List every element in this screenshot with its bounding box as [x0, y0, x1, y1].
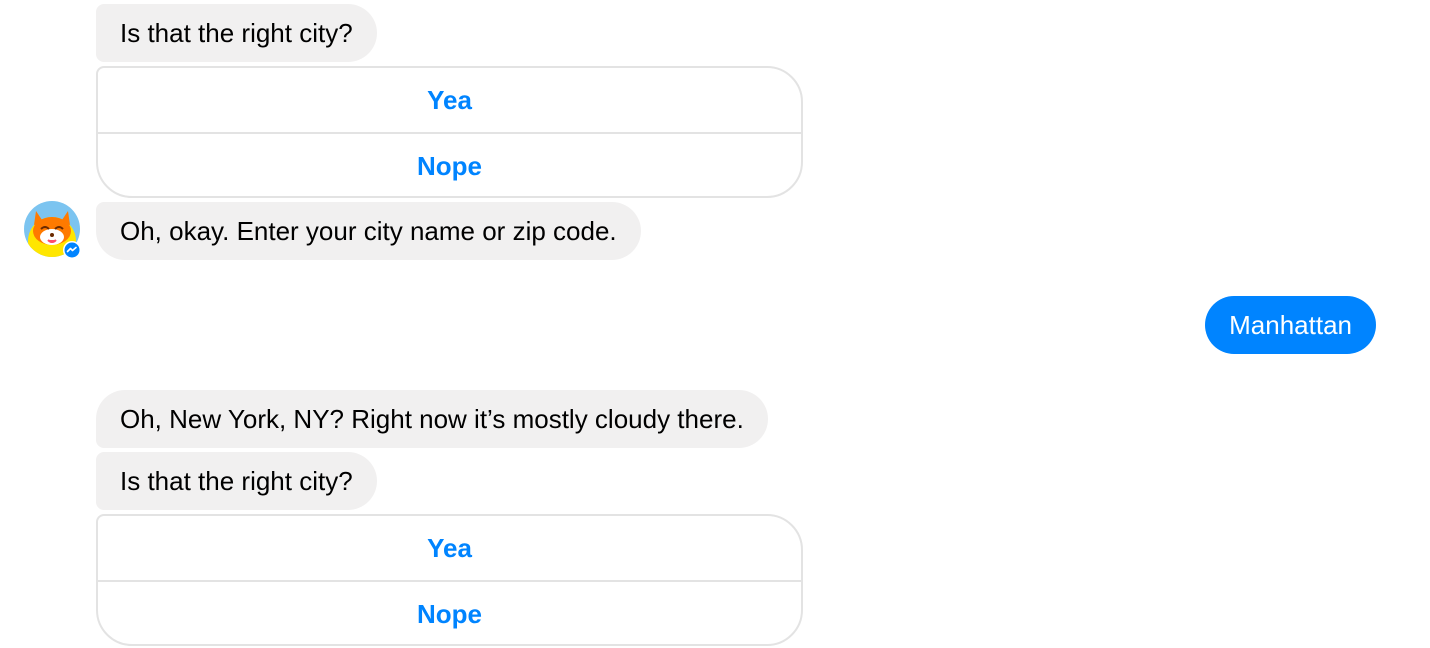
user-message: Manhattan	[1205, 296, 1376, 354]
messenger-icon	[64, 242, 80, 258]
messenger-badge	[63, 241, 81, 259]
quick-reply-card: Yea Nope	[96, 514, 803, 646]
bot-message: Oh, okay. Enter your city name or zip co…	[96, 202, 641, 260]
bot-message: Oh, New York, NY? Right now it’s mostly …	[96, 390, 768, 448]
quick-reply-card: Yea Nope	[96, 66, 803, 198]
yea-button[interactable]: Yea	[98, 68, 801, 132]
bot-avatar[interactable]	[24, 201, 81, 259]
nope-button[interactable]: Nope	[98, 580, 801, 644]
bot-message: Is that the right city?	[96, 452, 377, 510]
bot-message: Is that the right city?	[96, 4, 377, 62]
yea-button[interactable]: Yea	[98, 516, 801, 580]
nope-button[interactable]: Nope	[98, 132, 801, 196]
